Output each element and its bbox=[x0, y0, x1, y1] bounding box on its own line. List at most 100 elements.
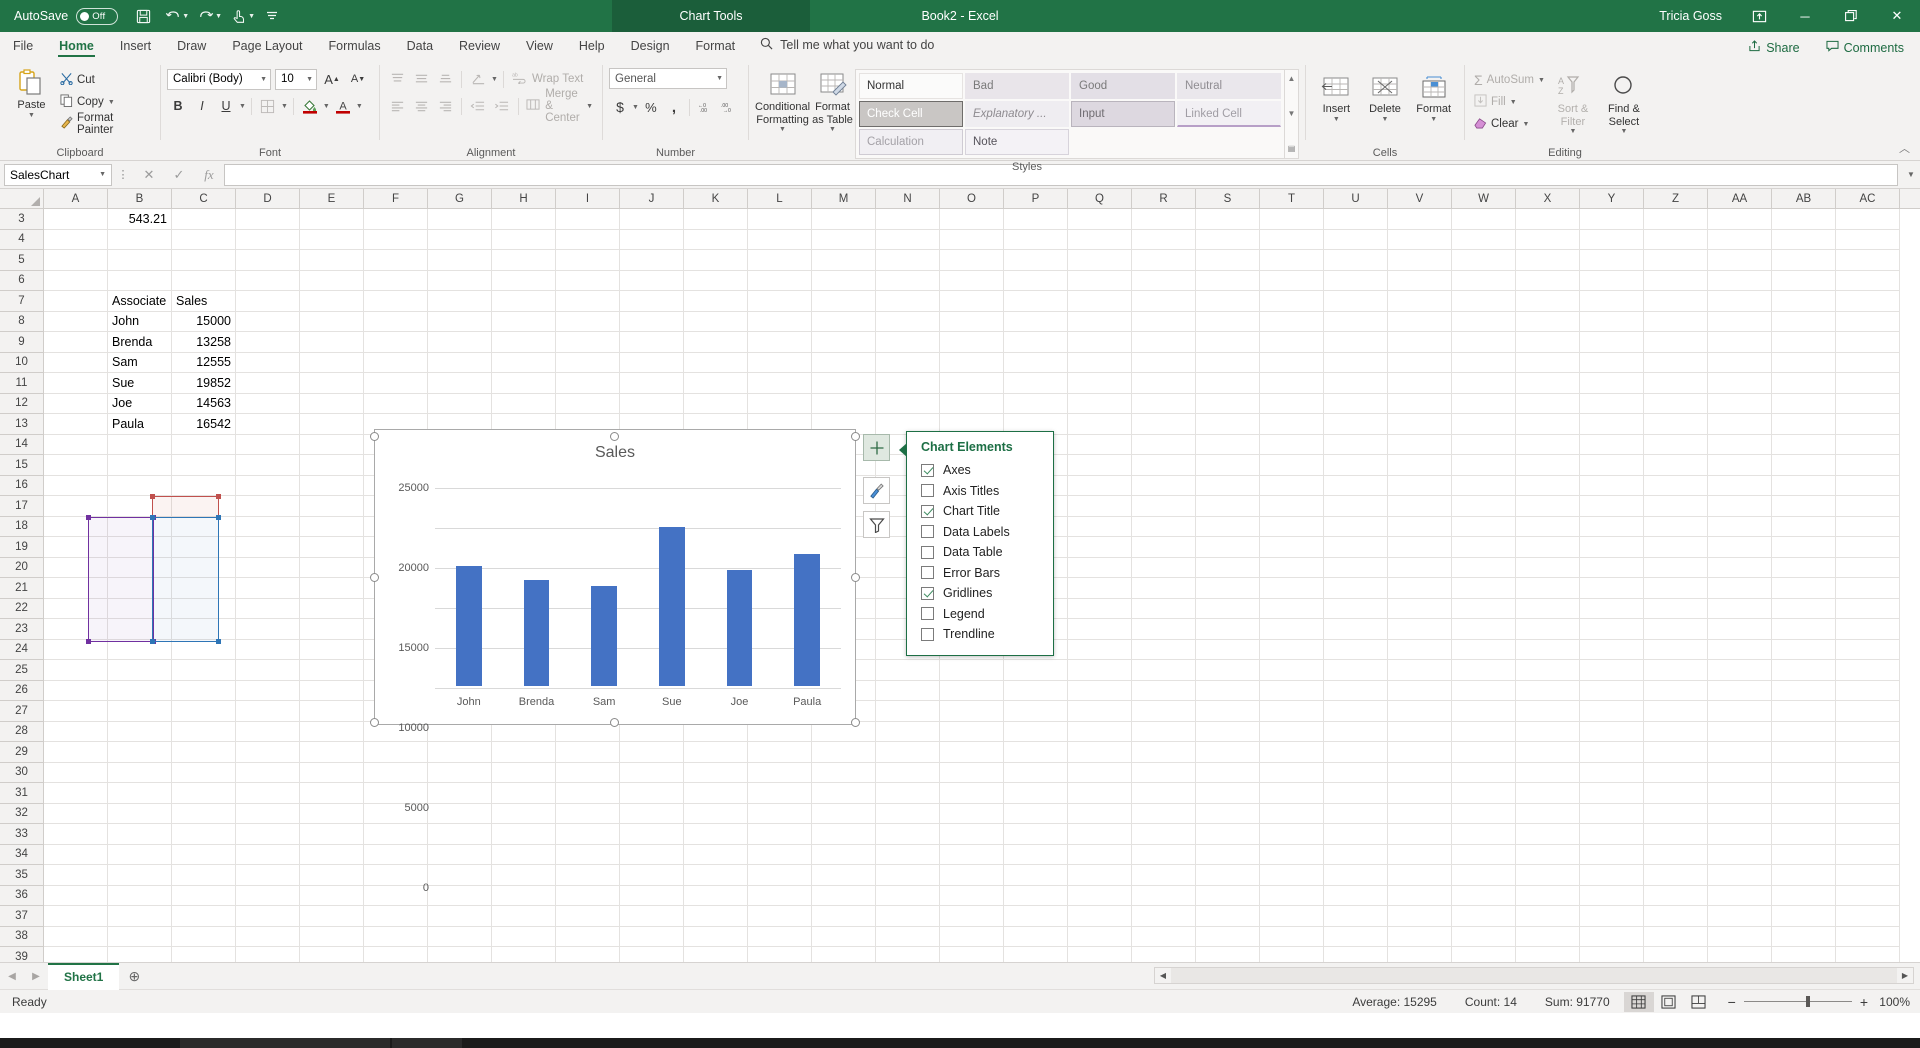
cell-D37[interactable] bbox=[236, 906, 300, 927]
cell-AB39[interactable] bbox=[1772, 947, 1836, 962]
cell-A13[interactable] bbox=[44, 414, 108, 435]
cell-U24[interactable] bbox=[1324, 639, 1388, 660]
cell-H32[interactable] bbox=[492, 803, 556, 824]
cell-B25[interactable] bbox=[108, 660, 172, 681]
cell-T21[interactable] bbox=[1260, 578, 1324, 599]
cell-R7[interactable] bbox=[1132, 291, 1196, 312]
cell-U39[interactable] bbox=[1324, 947, 1388, 962]
format-painter-button[interactable]: Format Painter bbox=[57, 112, 154, 136]
checkbox-unchecked[interactable] bbox=[921, 545, 934, 559]
column-header-U[interactable]: U bbox=[1324, 189, 1388, 208]
cell-K6[interactable] bbox=[684, 270, 748, 291]
cell-AA26[interactable] bbox=[1708, 680, 1772, 701]
cell-R20[interactable] bbox=[1132, 557, 1196, 578]
cell-K33[interactable] bbox=[684, 824, 748, 845]
cell-V9[interactable] bbox=[1388, 332, 1452, 353]
cell-R25[interactable] bbox=[1132, 660, 1196, 681]
row-header-35[interactable]: 35 bbox=[0, 865, 43, 886]
cell-J34[interactable] bbox=[620, 844, 684, 865]
cell-V30[interactable] bbox=[1388, 762, 1452, 783]
cell-O38[interactable] bbox=[940, 926, 1004, 947]
comments-button[interactable]: Comments bbox=[1816, 38, 1914, 57]
cell-AA11[interactable] bbox=[1708, 373, 1772, 394]
cell-X17[interactable] bbox=[1516, 496, 1580, 517]
cell-M34[interactable] bbox=[812, 844, 876, 865]
cell-P6[interactable] bbox=[1004, 270, 1068, 291]
cell-M4[interactable] bbox=[812, 229, 876, 250]
cell-T31[interactable] bbox=[1260, 783, 1324, 804]
cell-X11[interactable] bbox=[1516, 373, 1580, 394]
cell-N39[interactable] bbox=[876, 947, 940, 962]
cell-V22[interactable] bbox=[1388, 598, 1452, 619]
cell-G5[interactable] bbox=[428, 250, 492, 271]
cell-S7[interactable] bbox=[1196, 291, 1260, 312]
cell-D29[interactable] bbox=[236, 742, 300, 763]
cell-X26[interactable] bbox=[1516, 680, 1580, 701]
cell-N26[interactable] bbox=[876, 680, 940, 701]
cell-Z12[interactable] bbox=[1644, 393, 1708, 414]
cell-P8[interactable] bbox=[1004, 311, 1068, 332]
cell-X6[interactable] bbox=[1516, 270, 1580, 291]
cell-AC22[interactable] bbox=[1836, 598, 1900, 619]
chart-handle-bl[interactable] bbox=[370, 718, 379, 727]
cell-U9[interactable] bbox=[1324, 332, 1388, 353]
cell-Y37[interactable] bbox=[1580, 906, 1644, 927]
cell-D35[interactable] bbox=[236, 865, 300, 886]
cell-AC12[interactable] bbox=[1836, 393, 1900, 414]
cell-J11[interactable] bbox=[620, 373, 684, 394]
cell-Q37[interactable] bbox=[1068, 906, 1132, 927]
cell-Q30[interactable] bbox=[1068, 762, 1132, 783]
cell-AA19[interactable] bbox=[1708, 537, 1772, 558]
cell-W21[interactable] bbox=[1452, 578, 1516, 599]
cell-N11[interactable] bbox=[876, 373, 940, 394]
cell-AC35[interactable] bbox=[1836, 865, 1900, 886]
cell-E26[interactable] bbox=[300, 680, 364, 701]
cell-U36[interactable] bbox=[1324, 885, 1388, 906]
row-header-24[interactable]: 24 bbox=[0, 640, 43, 660]
cell-R29[interactable] bbox=[1132, 742, 1196, 763]
cell-E11[interactable] bbox=[300, 373, 364, 394]
cell-M7[interactable] bbox=[812, 291, 876, 312]
tab-help[interactable]: Help bbox=[566, 35, 618, 59]
cell-Q13[interactable] bbox=[1068, 414, 1132, 435]
tab-draw[interactable]: Draw bbox=[164, 35, 219, 59]
cell-Y24[interactable] bbox=[1580, 639, 1644, 660]
row-header-22[interactable]: 22 bbox=[0, 599, 43, 619]
column-header-B[interactable]: B bbox=[108, 189, 172, 208]
row-header-8[interactable]: 8 bbox=[0, 312, 43, 332]
cell-S21[interactable] bbox=[1196, 578, 1260, 599]
cell-F36[interactable] bbox=[364, 885, 428, 906]
cell-A27[interactable] bbox=[44, 701, 108, 722]
cell-S18[interactable] bbox=[1196, 516, 1260, 537]
touch-mode-caret[interactable]: ▼ bbox=[248, 13, 255, 20]
cell-C17[interactable] bbox=[172, 496, 236, 517]
cell-O27[interactable] bbox=[940, 701, 1004, 722]
cell-B24[interactable] bbox=[108, 639, 172, 660]
cell-AC25[interactable] bbox=[1836, 660, 1900, 681]
cell-J39[interactable] bbox=[620, 947, 684, 962]
underline-caret[interactable]: ▼ bbox=[239, 103, 246, 110]
cell-B30[interactable] bbox=[108, 762, 172, 783]
cell-D20[interactable] bbox=[236, 557, 300, 578]
delete-cells-button[interactable]: Delete ▼ bbox=[1361, 67, 1410, 124]
cell-A10[interactable] bbox=[44, 352, 108, 373]
cell-V27[interactable] bbox=[1388, 701, 1452, 722]
cell-R8[interactable] bbox=[1132, 311, 1196, 332]
cell-Y36[interactable] bbox=[1580, 885, 1644, 906]
collapse-ribbon-icon[interactable]: ︿ bbox=[1899, 140, 1910, 156]
cell-style-input[interactable]: Input bbox=[1071, 101, 1175, 127]
column-header-D[interactable]: D bbox=[236, 189, 300, 208]
cell-A31[interactable] bbox=[44, 783, 108, 804]
cell-T4[interactable] bbox=[1260, 229, 1324, 250]
cell-Y3[interactable] bbox=[1580, 209, 1644, 230]
cell-R9[interactable] bbox=[1132, 332, 1196, 353]
cell-R14[interactable] bbox=[1132, 434, 1196, 455]
cell-AC39[interactable] bbox=[1836, 947, 1900, 962]
row-header-32[interactable]: 32 bbox=[0, 804, 43, 824]
cell-D5[interactable] bbox=[236, 250, 300, 271]
cell-Z30[interactable] bbox=[1644, 762, 1708, 783]
cell-E5[interactable] bbox=[300, 250, 364, 271]
cell-L10[interactable] bbox=[748, 352, 812, 373]
cell-F29[interactable] bbox=[364, 742, 428, 763]
chart-element-item-axes[interactable]: Axes bbox=[921, 460, 1039, 481]
